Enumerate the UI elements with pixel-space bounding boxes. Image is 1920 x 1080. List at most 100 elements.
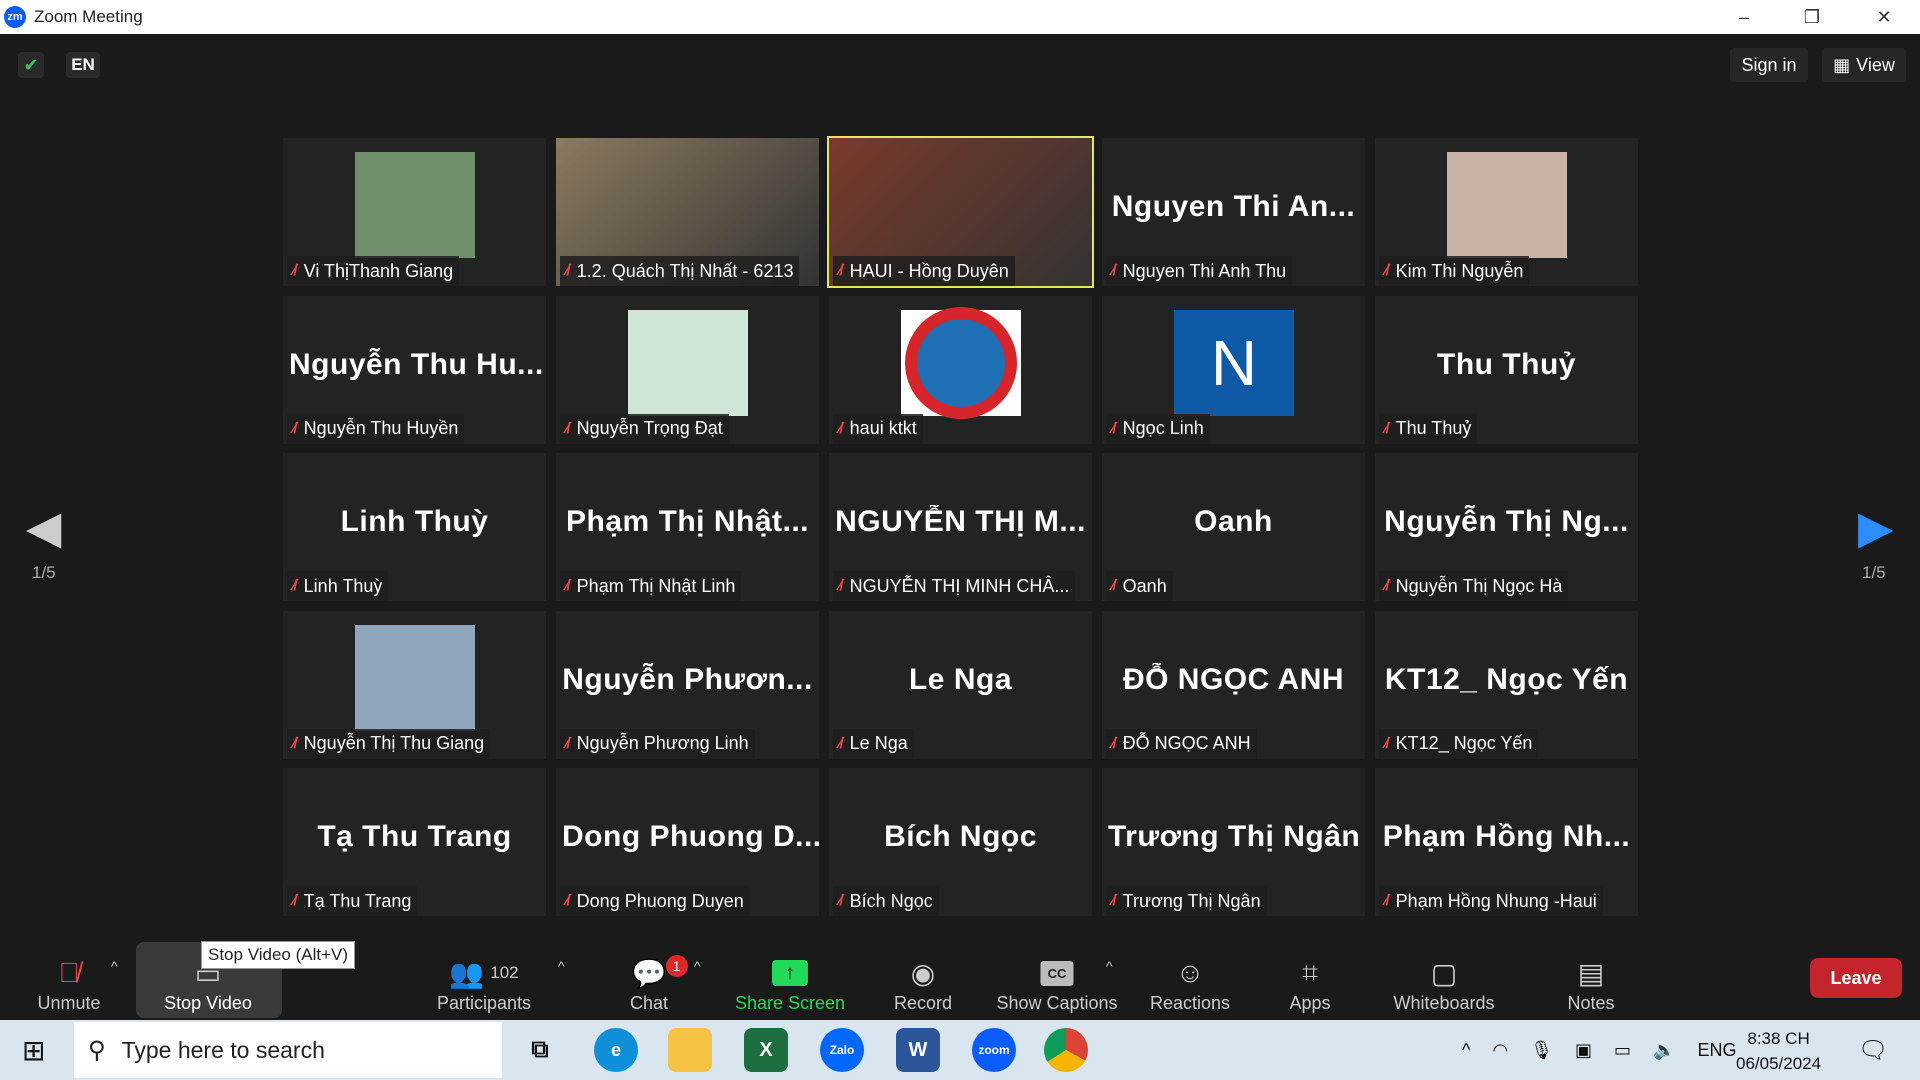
participant-name-label: ⁄̸ Nguyễn Thị Thu Giang (287, 728, 491, 759)
close-button[interactable]: ✕ (1856, 0, 1912, 34)
participant-name-label: ⁄̸ haui ktkt (833, 413, 923, 444)
excel-icon[interactable]: X (744, 1028, 788, 1072)
record-button[interactable]: ◉ Record (894, 940, 952, 1020)
participant-tile[interactable]: ⁄̸ Nguyễn Thị Thu Giang (283, 610, 546, 759)
participants-options-caret[interactable]: ^ (558, 958, 565, 974)
participant-tile[interactable]: KT12_ Ngọc Yến ⁄̸ KT12_ Ngọc Yến (1375, 610, 1638, 759)
muted-mic-icon: ⁄̸ (1112, 892, 1115, 909)
participant-tile[interactable]: Thu Thuỷ ⁄̸ Thu Thuỷ (1375, 295, 1638, 444)
view-button[interactable]: ▦ View (1822, 48, 1906, 82)
participant-tile[interactable]: Nguyễn Thị Ng... ⁄̸ Nguyễn Thị Ngọc Hà (1375, 453, 1638, 601)
muted-mic-icon: ⁄̸ (1385, 419, 1388, 437)
participant-display-name: ĐỖ NGỌC ANH (1122, 662, 1345, 696)
participant-tile[interactable]: ⁄̸ 1.2. Quách Thị Nhất - 6213 (556, 138, 819, 286)
participant-tile[interactable]: Phạm Thị Nhật... ⁄̸ Phạm Thị Nhật Linh (556, 453, 819, 601)
edge-icon[interactable]: e (594, 1028, 638, 1072)
participant-tile[interactable]: Linh Thuỳ ⁄̸ Linh Thuỳ (283, 453, 546, 601)
participant-tile[interactable]: ĐỖ NGỌC ANH ⁄̸ ĐỖ NGỌC ANH (1102, 610, 1365, 759)
notification-icon[interactable]: 🗨 (1858, 1036, 1888, 1065)
zoom-icon[interactable]: zoom (972, 1028, 1016, 1072)
clock-date: 06/05/2024 (1736, 1054, 1822, 1073)
participant-tile[interactable]: NGUYỄN THỊ M... ⁄̸ NGUYỄN THỊ MINH CHÂ... (829, 453, 1092, 601)
participant-name: Thu Thuỷ (1395, 418, 1472, 438)
chrome-icon[interactable] (1044, 1028, 1088, 1072)
participant-name-label: ⁄̸ Nguyễn Thu Huyền (287, 413, 465, 444)
participant-name: Trương Thị Ngân (1122, 890, 1261, 911)
apps-button[interactable]: ⌗ Apps (1289, 940, 1330, 1020)
captions-options-caret[interactable]: ^ (1106, 958, 1113, 974)
participant-tile[interactable]: Bích Ngọc ⁄̸ Bích Ngọc (829, 768, 1092, 916)
unmute-label: Unmute (37, 993, 101, 1013)
next-page-button[interactable]: ▶ (1858, 500, 1893, 554)
participant-tile[interactable]: Oanh ⁄̸ Oanh (1102, 453, 1365, 601)
participant-tile[interactable]: Le Nga ⁄̸ Le Nga (829, 610, 1092, 759)
shield-check-icon[interactable]: ✔ (18, 52, 44, 78)
chat-options-caret[interactable]: ^ (694, 958, 701, 974)
audio-options-caret[interactable]: ^ (111, 958, 118, 974)
reactions-button[interactable]: ☺ Reactions (1150, 940, 1230, 1020)
muted-mic-icon: ⁄̸ (1385, 892, 1388, 909)
participant-tile[interactable]: Nguyen Thi An... ⁄̸ Nguyen Thi Anh Thu (1102, 138, 1365, 286)
notes-button[interactable]: ▤ Notes (1567, 940, 1614, 1020)
participant-name-label: ⁄̸ Tạ Thu Trang (287, 886, 418, 916)
battery-icon[interactable]: ▭ (1614, 1040, 1631, 1061)
participant-display-name: Linh Thuỳ (340, 505, 489, 538)
windows-start-icon[interactable]: ⊞ (22, 1034, 45, 1067)
participant-tile[interactable]: ⁄̸ HAUI - Hồng Duyên (827, 136, 1094, 288)
whiteboards-button[interactable]: ▢ Whiteboards (1393, 940, 1494, 1020)
muted-mic-icon: ⁄̸ (1385, 577, 1388, 594)
participant-avatar: N (1174, 309, 1294, 416)
muted-mic-icon: ⁄̸ (293, 734, 296, 752)
chat-label: Chat (629, 993, 669, 1013)
word-icon[interactable]: W (896, 1028, 940, 1072)
tray-overflow-icon[interactable]: ^ (1462, 1040, 1470, 1061)
leave-button[interactable]: Leave (1810, 958, 1902, 998)
prev-page-button[interactable]: ◀ (26, 500, 61, 554)
taskbar-search-box[interactable]: ⚲ Type here to search (74, 1022, 502, 1078)
share-screen-button[interactable]: ↑ Share Screen (735, 940, 845, 1020)
participant-name-label: ⁄̸ Linh Thuỳ (287, 571, 389, 601)
participant-tile[interactable]: ⁄̸ haui ktkt (829, 295, 1092, 444)
sign-in-button[interactable]: Sign in (1730, 48, 1808, 82)
participant-tile[interactable]: Nguyễn Phươn... ⁄̸ Nguyễn Phương Linh (556, 610, 819, 759)
participants-button[interactable]: 👥 102 Participants (437, 940, 531, 1020)
participant-tile[interactable]: ⁄̸ Nguyễn Trọng Đạt (556, 295, 819, 444)
input-language[interactable]: ENG (1697, 1040, 1736, 1061)
participant-name: Nguyễn Thị Ngọc Hà (1395, 575, 1563, 596)
chat-button[interactable]: 💬 1 Chat (629, 940, 688, 1020)
unmute-button[interactable]: 🎙̸ Unmute (37, 940, 100, 1020)
apps-label: Apps (1289, 993, 1331, 1013)
participant-name-label: ⁄̸ ĐỖ NGỌC ANH (1106, 728, 1257, 759)
participant-tile[interactable]: Phạm Hồng Nh... ⁄̸ Phạm Hồng Nhung -Haui (1375, 768, 1638, 916)
microphone-icon[interactable]: 🎙 (1530, 1040, 1553, 1061)
muted-mic-icon: ⁄̸ (1112, 734, 1115, 752)
volume-icon[interactable]: 🔈 (1653, 1040, 1675, 1061)
title-bar: zm Zoom Meeting – ❐ ✕ (0, 0, 1920, 34)
file-explorer-icon[interactable] (668, 1028, 712, 1072)
show-captions-button[interactable]: CC Show Captions (996, 940, 1118, 1020)
participant-tile[interactable]: Dong Phuong D... ⁄̸ Dong Phuong Duyen (556, 768, 819, 916)
whiteboard-icon: ▢ (1430, 957, 1458, 989)
participant-tile[interactable]: Trương Thị Ngân ⁄̸ Trương Thị Ngân (1102, 768, 1365, 916)
participant-tile[interactable]: N ⁄̸ Ngọc Linh (1102, 295, 1365, 444)
participant-tile[interactable]: Tạ Thu Trang ⁄̸ Tạ Thu Trang (283, 768, 546, 916)
language-button[interactable]: EN (66, 52, 100, 78)
zoom-logo-icon: zm (4, 6, 26, 28)
participant-name: Phạm Hồng Nhung -Haui (1395, 890, 1597, 911)
participant-avatar (355, 152, 475, 258)
grid-icon: ▦ (1833, 54, 1851, 75)
zalo-icon[interactable]: Zalo (820, 1028, 864, 1072)
participant-tile[interactable]: ⁄̸ Kim Thi Nguyễn (1375, 138, 1638, 286)
restore-button[interactable]: ❐ (1784, 0, 1840, 34)
muted-mic-icon: ⁄̸ (1385, 734, 1388, 752)
task-view-icon[interactable]: ⧉ (518, 1028, 562, 1072)
display-icon[interactable]: ▣ (1575, 1040, 1592, 1061)
wifi-icon[interactable]: ◠ (1492, 1040, 1508, 1061)
participant-tile[interactable]: Nguyễn Thu Hu... ⁄̸ Nguyễn Thu Huyền (283, 295, 546, 444)
clock[interactable]: 8:38 CH 06/05/2024 (1736, 1026, 1821, 1076)
participant-name: Vi ThịThanh Giang (303, 260, 454, 281)
participant-name: Oanh (1122, 575, 1167, 596)
participant-name: Nguyễn Thị Thu Giang (303, 733, 485, 753)
minimize-button[interactable]: – (1716, 0, 1772, 34)
participant-tile[interactable]: ⁄̸ Vi ThịThanh Giang (283, 138, 546, 286)
